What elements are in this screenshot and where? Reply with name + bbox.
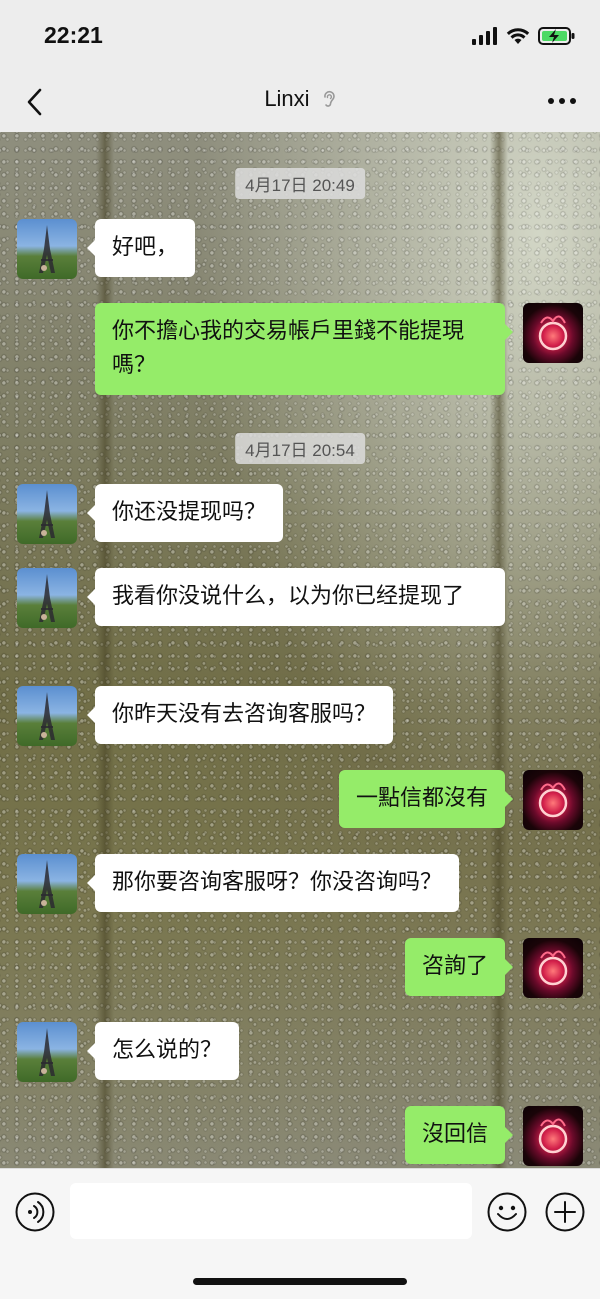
plus-icon bbox=[545, 1192, 585, 1232]
message-input[interactable] bbox=[70, 1183, 472, 1239]
my-avatar[interactable] bbox=[523, 938, 583, 998]
status-bar: 22:21 bbox=[0, 0, 600, 72]
more-dots-icon bbox=[548, 98, 576, 104]
ear-icon bbox=[323, 91, 335, 108]
voice-input-button[interactable] bbox=[14, 1191, 56, 1233]
my-avatar[interactable] bbox=[523, 303, 583, 363]
incoming-message[interactable]: 你还没提现吗？ bbox=[86, 484, 284, 542]
emoji-button[interactable] bbox=[486, 1191, 528, 1233]
chat-area[interactable]: 4月17日 20:49 好吧， 你不擔心我的交易帳戶里錢不能提現嗎？ 4月17日… bbox=[0, 132, 600, 1168]
eiffel-tower-photo bbox=[39, 225, 55, 273]
incoming-message[interactable]: 我看你没说什么，以为你已经提现了 bbox=[87, 568, 505, 626]
status-icons bbox=[472, 24, 576, 48]
nav-bar: Linxi bbox=[0, 72, 600, 132]
wifi-icon bbox=[506, 28, 530, 44]
outgoing-message[interactable]: 咨詢了 bbox=[404, 938, 514, 996]
chat-wallpaper bbox=[0, 132, 600, 1168]
contact-avatar[interactable] bbox=[17, 1022, 77, 1082]
home-indicator[interactable] bbox=[193, 1278, 407, 1285]
outgoing-message[interactable]: 一點信都沒有 bbox=[338, 770, 514, 828]
chat-title: Linxi bbox=[264, 86, 310, 111]
contact-avatar[interactable] bbox=[17, 219, 77, 279]
wallpaper-streak bbox=[490, 132, 508, 1168]
battery-charging-icon bbox=[538, 27, 575, 45]
my-avatar[interactable] bbox=[523, 1106, 583, 1166]
flame-emblem-icon bbox=[538, 950, 568, 986]
outgoing-message[interactable]: 沒回信 bbox=[404, 1106, 514, 1164]
contact-avatar[interactable] bbox=[17, 854, 77, 914]
message-timestamp: 4月17日 20:49 bbox=[235, 168, 365, 199]
incoming-message[interactable]: 那你要咨询客服呀？你没咨询吗？ bbox=[86, 854, 460, 912]
contact-avatar[interactable] bbox=[17, 686, 77, 746]
more-options-button[interactable] bbox=[544, 86, 580, 116]
chat-title-container: Linxi bbox=[0, 86, 600, 112]
signal-icon bbox=[472, 27, 497, 45]
flame-emblem-icon bbox=[538, 782, 568, 818]
incoming-message[interactable]: 你昨天没有去咨询客服吗？ bbox=[86, 686, 394, 744]
eiffel-tower-photo bbox=[39, 692, 55, 740]
flame-emblem-icon bbox=[538, 1118, 568, 1154]
contact-avatar[interactable] bbox=[17, 484, 77, 544]
status-time: 22:21 bbox=[44, 22, 103, 48]
my-avatar[interactable] bbox=[523, 770, 583, 830]
flame-emblem-icon bbox=[538, 315, 568, 351]
message-timestamp: 4月17日 20:54 bbox=[235, 433, 365, 464]
incoming-message[interactable]: 好吧， bbox=[86, 219, 196, 277]
incoming-message[interactable]: 怎么说的？ bbox=[86, 1022, 240, 1080]
contact-avatar[interactable] bbox=[17, 568, 77, 628]
wallpaper-streak bbox=[96, 132, 114, 1168]
more-functions-button[interactable] bbox=[544, 1191, 586, 1233]
outgoing-message[interactable]: 你不擔心我的交易帳戶里錢不能提現嗎？ bbox=[95, 303, 513, 395]
eiffel-tower-photo bbox=[39, 1028, 55, 1076]
eiffel-tower-photo bbox=[39, 574, 55, 622]
smiley-icon bbox=[487, 1192, 527, 1232]
eiffel-tower-photo bbox=[39, 490, 55, 538]
voice-icon bbox=[15, 1192, 55, 1232]
eiffel-tower-photo bbox=[39, 860, 55, 908]
